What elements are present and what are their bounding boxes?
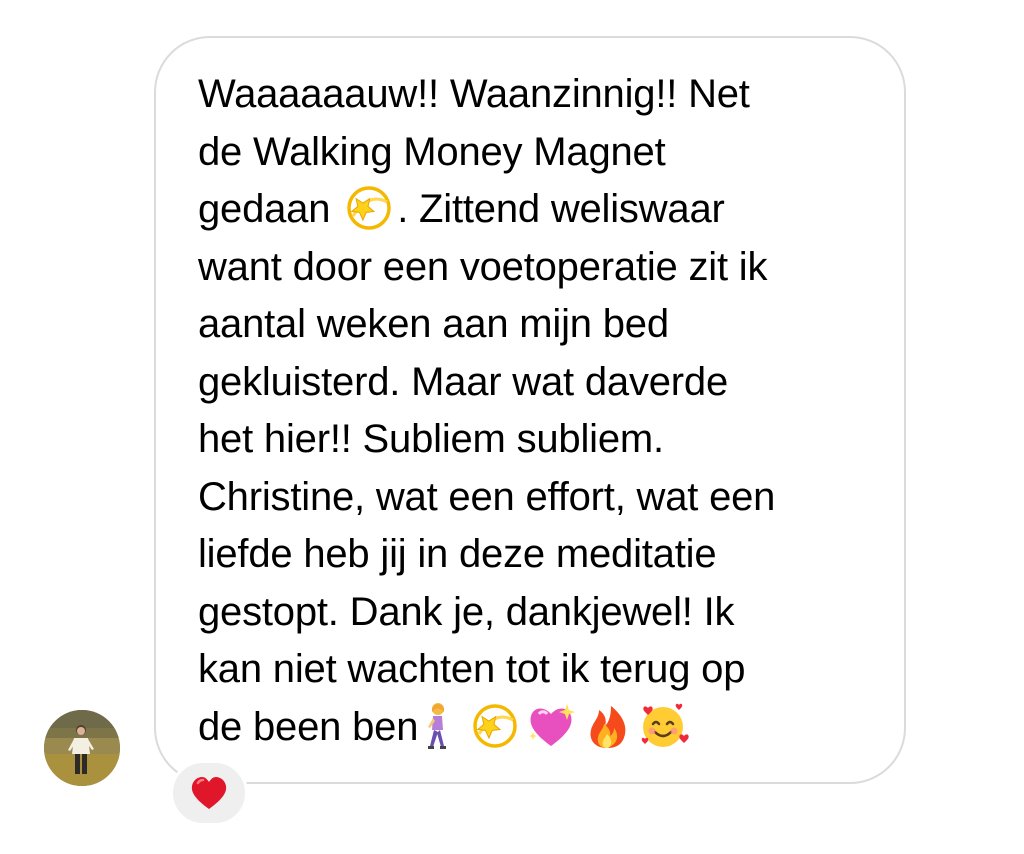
red-heart-icon xyxy=(191,777,227,809)
message-line: gestopt. Dank je, dankjewel! Ik xyxy=(198,589,735,634)
chat-thread: Waaaaaauw!! Waanzinnig!! Net de Walking … xyxy=(0,0,1024,854)
dizzy-emoji xyxy=(343,182,395,234)
message-line: want door een voetoperatie zit ik xyxy=(198,244,768,289)
message-line: liefde heb jij in deze meditatie xyxy=(198,532,717,576)
message-line: het hier!! Subliem subliem. xyxy=(198,417,664,461)
message-line: aantal weken aan mijn bed xyxy=(198,302,669,346)
sparkling-heart-emoji xyxy=(525,700,577,752)
message-fragment: . Zittend weliswaar xyxy=(397,187,725,231)
message-line: gedaan . Zittend weliswaar xyxy=(198,181,878,239)
message-line: de been ben xyxy=(198,699,878,757)
message-line: de Walking Money Magnet xyxy=(198,129,666,174)
message-text: Waaaaaauw!! Waanzinnig!! Net de Walking … xyxy=(198,66,878,756)
message-line: gekluisterd. Maar wat daverde xyxy=(198,359,729,404)
message-fragment: de been ben xyxy=(198,704,419,749)
avatar-photo xyxy=(44,710,120,786)
message-line: kan niet wachten tot ik terug op xyxy=(198,647,746,691)
message-fragment: gedaan xyxy=(198,187,331,231)
woman-walking-emoji xyxy=(420,700,454,752)
message-line: Christine, wat een effort, wat een xyxy=(198,474,776,519)
dizzy-emoji xyxy=(469,700,521,752)
fire-emoji xyxy=(581,700,633,752)
smiling-face-with-hearts-emoji xyxy=(637,700,689,752)
heart-reaction[interactable] xyxy=(170,760,248,826)
sender-avatar[interactable] xyxy=(44,710,120,786)
message-line: Waaaaaauw!! Waanzinnig!! Net xyxy=(198,72,750,116)
